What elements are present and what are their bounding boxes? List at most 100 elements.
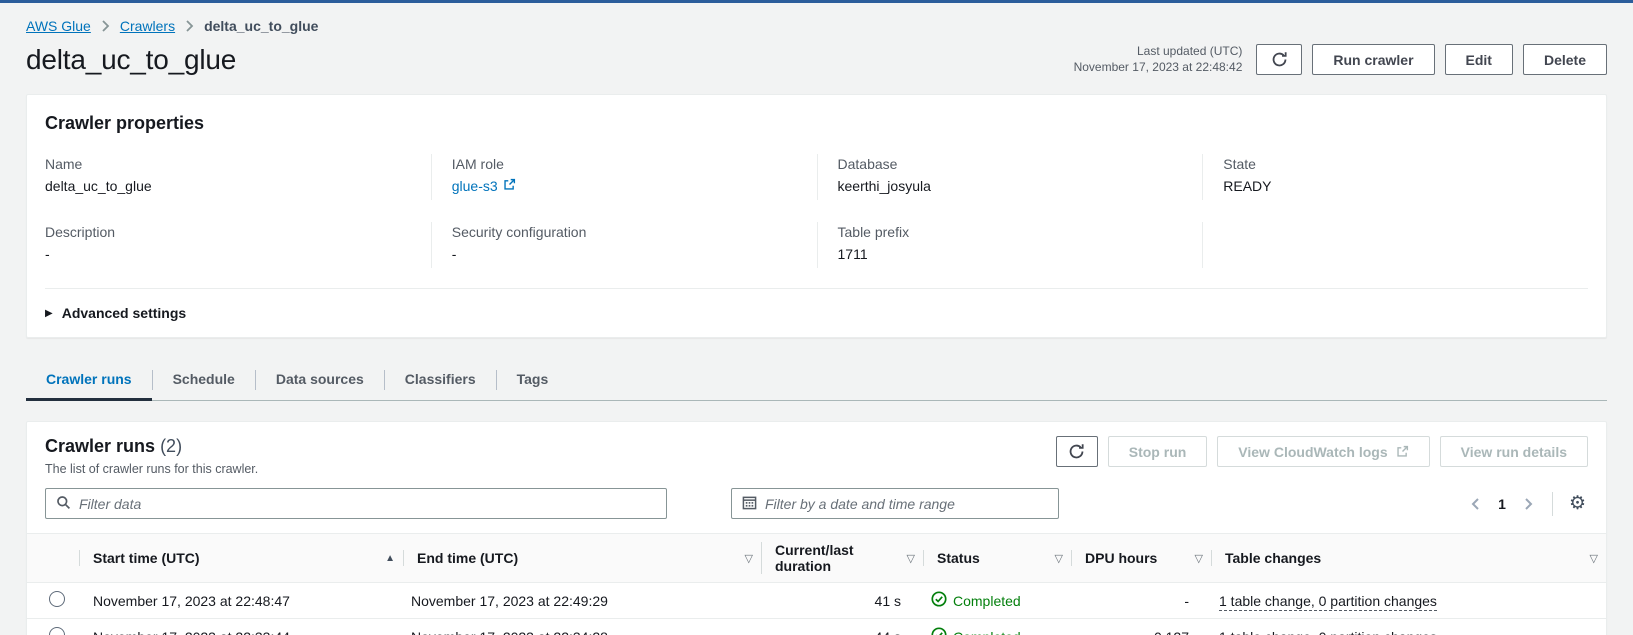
stop-run-button[interactable]: Stop run bbox=[1108, 436, 1208, 467]
column-status[interactable]: Status▽ bbox=[923, 534, 1071, 583]
view-cloudwatch-logs-button[interactable]: View CloudWatch logs bbox=[1217, 436, 1429, 467]
iam-role-link[interactable]: glue-s3 bbox=[452, 178, 516, 194]
prop-state-label: State bbox=[1223, 156, 1572, 172]
sort-icon[interactable]: ▽ bbox=[1055, 552, 1063, 565]
prop-database-value: keerthi_josyula bbox=[838, 178, 1187, 194]
table-changes-link[interactable]: 1 table change, 0 partition changes bbox=[1219, 593, 1437, 611]
delete-button[interactable]: Delete bbox=[1523, 44, 1607, 75]
view-run-details-button[interactable]: View run details bbox=[1440, 436, 1588, 467]
prop-iam-label: IAM role bbox=[452, 156, 801, 172]
table-header-row: Start time (UTC)▲ End time (UTC)▽ Curren… bbox=[27, 534, 1606, 583]
header-actions: Last updated (UTC) November 17, 2023 at … bbox=[1074, 44, 1607, 75]
prop-empty bbox=[1202, 222, 1588, 268]
table-row: November 17, 2023 at 22:48:47 November 1… bbox=[27, 583, 1606, 619]
row-radio-button[interactable] bbox=[49, 591, 65, 607]
chevron-right-icon bbox=[101, 20, 110, 32]
crawler-runs-actions: Stop run View CloudWatch logs View run d… bbox=[1056, 436, 1588, 467]
breadcrumb-current: delta_uc_to_glue bbox=[204, 18, 318, 34]
sort-ascending-icon[interactable]: ▲ bbox=[385, 553, 395, 564]
cell-dpu-hours: 0.127 bbox=[1071, 619, 1211, 635]
crawler-runs-title: Crawler runs (2) bbox=[45, 436, 258, 457]
column-table-changes[interactable]: Table changes▽ bbox=[1211, 534, 1606, 583]
sort-icon[interactable]: ▽ bbox=[745, 552, 753, 565]
date-range-input[interactable] bbox=[765, 496, 1048, 512]
advanced-settings-toggle[interactable]: ▶ Advanced settings bbox=[45, 288, 1588, 321]
status-badge: Completed bbox=[931, 627, 1021, 635]
filter-input-wrap bbox=[45, 488, 667, 519]
cell-end-time: November 17, 2023 at 22:49:29 bbox=[403, 583, 761, 619]
cell-duration: 41 s bbox=[761, 583, 923, 619]
breadcrumb-crawlers[interactable]: Crawlers bbox=[120, 18, 175, 34]
prop-description-value: - bbox=[45, 246, 415, 262]
crawler-runs-card: Crawler runs (2) The list of crawler run… bbox=[26, 421, 1607, 635]
calendar-icon bbox=[742, 495, 757, 513]
crawler-runs-header: Crawler runs (2) The list of crawler run… bbox=[27, 436, 1606, 476]
filter-row: 1 ⚙ bbox=[27, 476, 1606, 531]
row-radio-button[interactable] bbox=[49, 627, 65, 635]
column-start-time[interactable]: Start time (UTC)▲ bbox=[79, 534, 403, 583]
prop-state-value: READY bbox=[1223, 178, 1572, 194]
runs-refresh-button[interactable] bbox=[1056, 436, 1098, 467]
sort-icon[interactable]: ▽ bbox=[1590, 552, 1598, 565]
table-preferences-gear-icon[interactable]: ⚙ bbox=[1567, 494, 1588, 513]
current-page-number[interactable]: 1 bbox=[1490, 496, 1514, 512]
page-title: delta_uc_to_glue bbox=[26, 44, 236, 76]
status-badge: Completed bbox=[931, 591, 1021, 610]
previous-page-button[interactable] bbox=[1466, 493, 1484, 515]
prop-security: Security configuration - bbox=[431, 222, 817, 268]
breadcrumb: AWS Glue Crawlers delta_uc_to_glue bbox=[26, 3, 1607, 42]
pagination: 1 ⚙ bbox=[1466, 492, 1588, 516]
tab-data-sources[interactable]: Data sources bbox=[256, 360, 384, 400]
table-changes-link[interactable]: 1 table change, 0 partition changes bbox=[1219, 629, 1437, 635]
caret-right-icon: ▶ bbox=[45, 308, 53, 319]
prop-database-label: Database bbox=[838, 156, 1187, 172]
page-header: delta_uc_to_glue Last updated (UTC) Nove… bbox=[26, 44, 1607, 76]
crawler-runs-count: (2) bbox=[160, 436, 182, 456]
column-duration[interactable]: Current/last duration▽ bbox=[761, 534, 923, 583]
sort-icon[interactable]: ▽ bbox=[907, 552, 915, 565]
table-row: November 17, 2023 at 22:33:44 November 1… bbox=[27, 619, 1606, 635]
prop-prefix-value: 1711 bbox=[838, 246, 1187, 262]
tab-crawler-runs[interactable]: Crawler runs bbox=[26, 360, 152, 400]
chevron-right-icon bbox=[185, 20, 194, 32]
divider bbox=[1552, 492, 1553, 516]
prop-security-value: - bbox=[452, 246, 801, 262]
prop-description: Description - bbox=[45, 222, 431, 268]
refresh-button[interactable] bbox=[1256, 44, 1302, 75]
last-updated-value: November 17, 2023 at 22:48:42 bbox=[1074, 60, 1243, 76]
tab-bar: Crawler runs Schedule Data sources Class… bbox=[26, 360, 1607, 401]
next-page-button[interactable] bbox=[1520, 493, 1538, 515]
cell-start-time: November 17, 2023 at 22:48:47 bbox=[79, 583, 403, 619]
prop-state: State READY bbox=[1202, 154, 1588, 200]
edit-button[interactable]: Edit bbox=[1445, 44, 1513, 75]
tab-schedule[interactable]: Schedule bbox=[153, 360, 255, 400]
sort-icon[interactable]: ▽ bbox=[1195, 552, 1203, 565]
tab-tags[interactable]: Tags bbox=[497, 360, 569, 400]
external-link-icon bbox=[503, 178, 516, 194]
prop-prefix-label: Table prefix bbox=[838, 224, 1187, 240]
filter-data-input[interactable] bbox=[79, 496, 656, 512]
prop-description-label: Description bbox=[45, 224, 415, 240]
last-updated: Last updated (UTC) November 17, 2023 at … bbox=[1074, 44, 1243, 75]
cell-start-time: November 17, 2023 at 22:33:44 bbox=[79, 619, 403, 635]
run-crawler-button[interactable]: Run crawler bbox=[1312, 44, 1434, 75]
column-dpu-hours[interactable]: DPU hours▽ bbox=[1071, 534, 1211, 583]
crawler-runs-description: The list of crawler runs for this crawle… bbox=[45, 462, 258, 476]
prop-iam-role: IAM role glue-s3 bbox=[431, 154, 817, 200]
date-filter-wrap bbox=[731, 488, 1059, 519]
crawler-runs-table: Start time (UTC)▲ End time (UTC)▽ Curren… bbox=[27, 533, 1606, 635]
breadcrumb-aws-glue[interactable]: AWS Glue bbox=[26, 18, 91, 34]
search-icon bbox=[56, 495, 71, 513]
column-end-time[interactable]: End time (UTC)▽ bbox=[403, 534, 761, 583]
cell-duration: 44 s bbox=[761, 619, 923, 635]
crawler-properties-card: Crawler properties Name delta_uc_to_glue… bbox=[26, 94, 1607, 338]
refresh-icon bbox=[1068, 443, 1085, 460]
tab-classifiers[interactable]: Classifiers bbox=[385, 360, 496, 400]
external-link-icon bbox=[1396, 445, 1409, 458]
selection-column-header bbox=[27, 534, 79, 583]
cell-dpu-hours: - bbox=[1071, 583, 1211, 619]
prop-table-prefix: Table prefix 1711 bbox=[817, 222, 1203, 268]
prop-name: Name delta_uc_to_glue bbox=[45, 154, 431, 200]
prop-name-value: delta_uc_to_glue bbox=[45, 178, 415, 194]
refresh-icon bbox=[1271, 51, 1288, 68]
